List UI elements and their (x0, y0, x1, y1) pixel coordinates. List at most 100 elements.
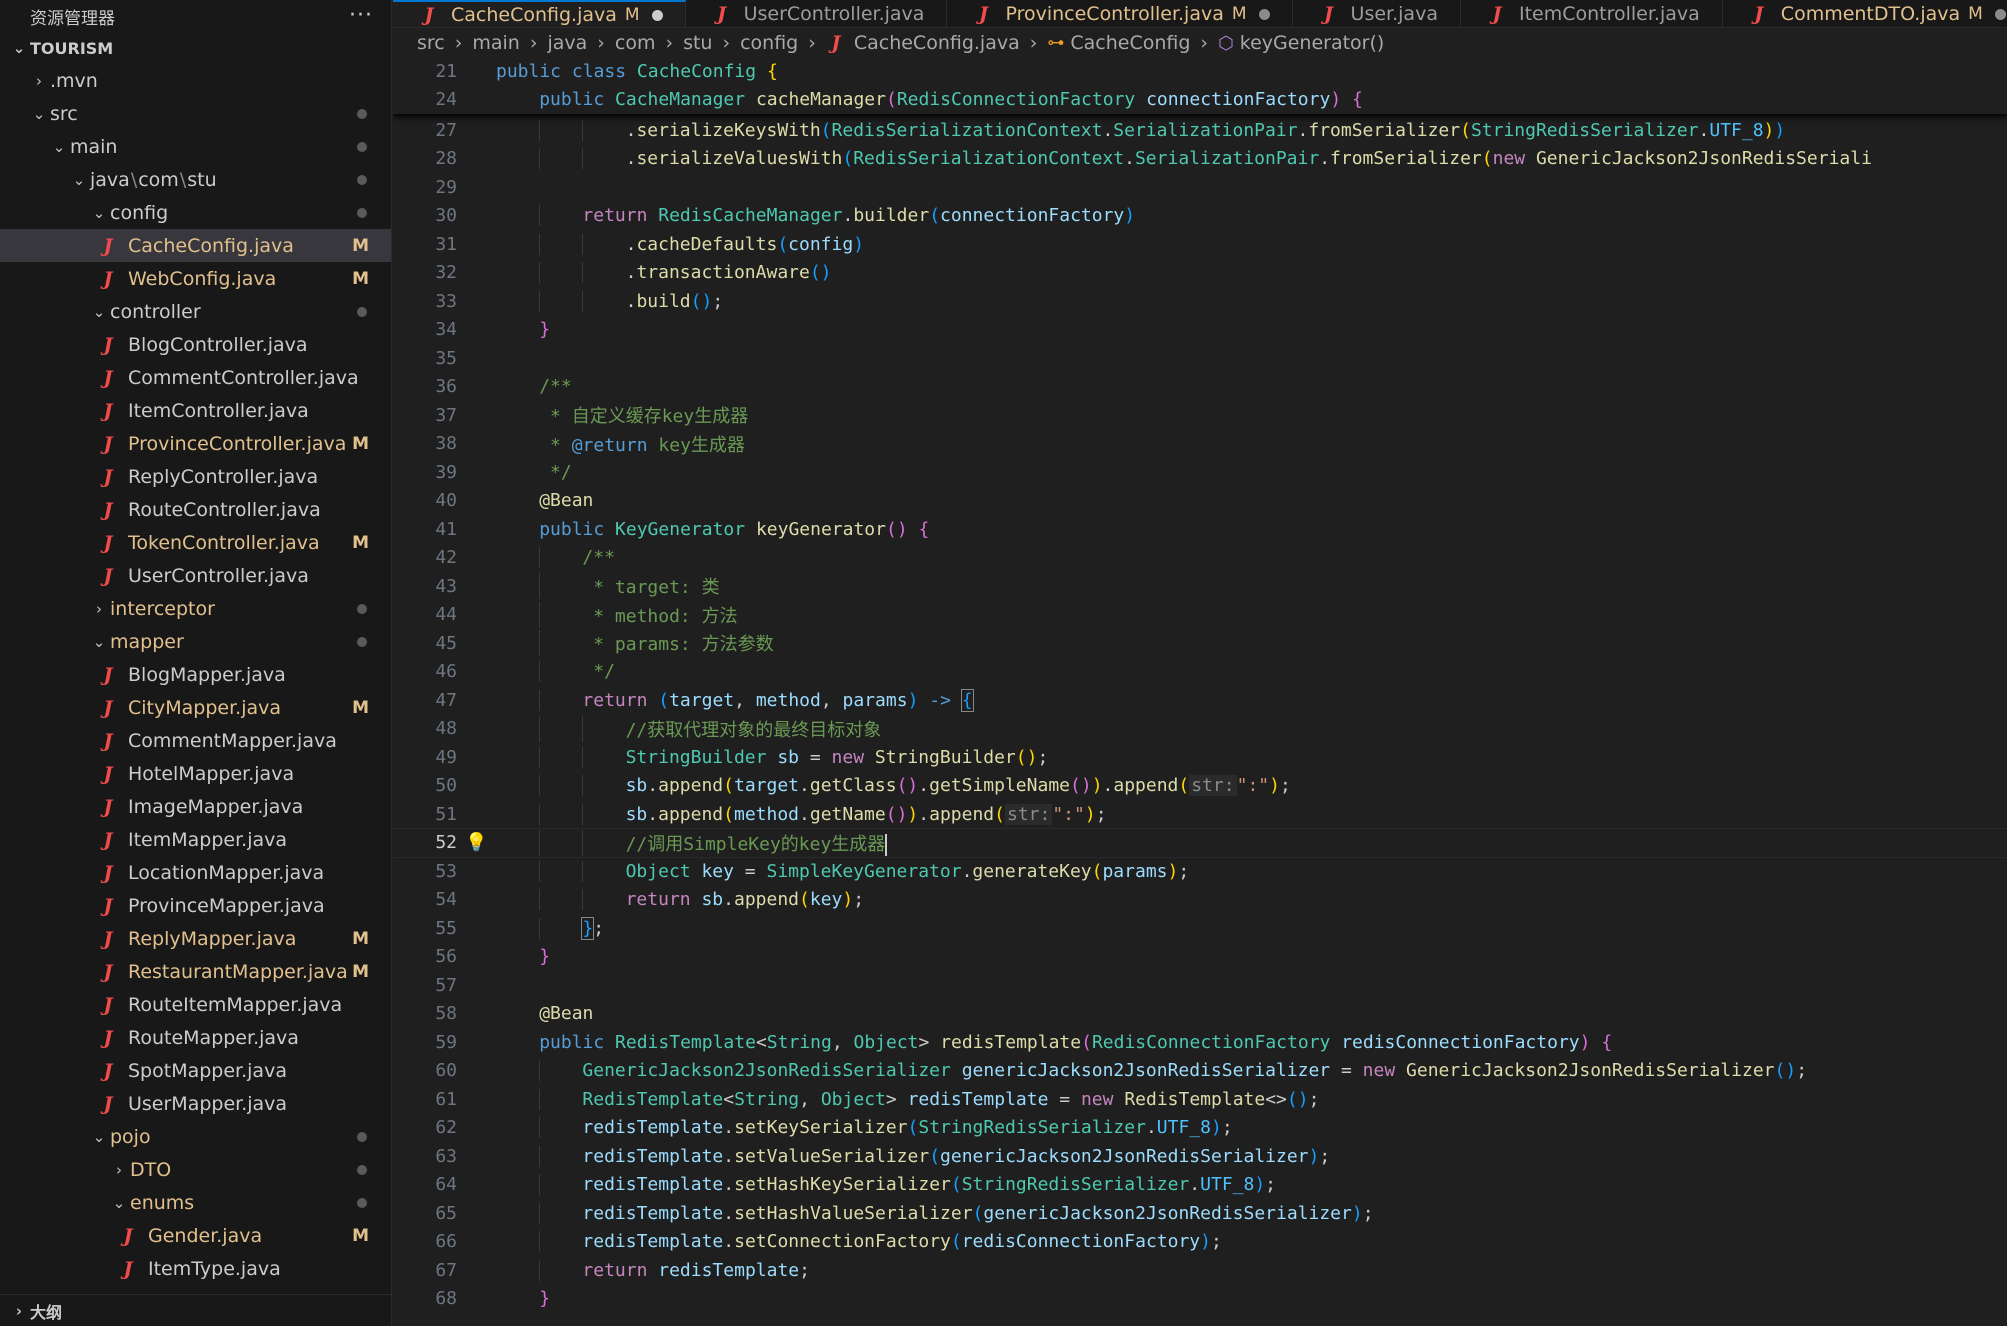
more-actions-icon[interactable]: ··· (349, 5, 373, 27)
code-line[interactable]: 33 .build(); (393, 287, 2007, 316)
breadcrumb-segment[interactable]: main (472, 32, 519, 54)
tree-file[interactable]: J CityMapper.java M (0, 691, 391, 724)
code-line[interactable]: 50 sb.append(target.getClass().getSimpleN… (393, 772, 2007, 801)
breadcrumb-segment[interactable]: java (547, 32, 587, 54)
breadcrumb-segment[interactable]: com (615, 32, 656, 54)
tree-file[interactable]: J SpotMapper.java (0, 1054, 391, 1087)
editor-tab[interactable]: J CacheConfig.java M (393, 0, 686, 27)
tree-folder[interactable]: › DTO (0, 1153, 391, 1186)
editor-tab[interactable]: J UserController.java (686, 0, 948, 27)
tree-file[interactable]: J ItemType.java (0, 1252, 391, 1285)
tree-file[interactable]: J HotelMapper.java (0, 757, 391, 790)
tree-folder[interactable]: ⌄ src (0, 97, 391, 130)
tree-file[interactable]: J ReplyMapper.java M (0, 922, 391, 955)
tree-folder[interactable]: › interceptor (0, 592, 391, 625)
code-line[interactable]: 24 public CacheManager cacheManager(Redis… (393, 86, 2007, 115)
code-line[interactable]: 58 @Bean (393, 1000, 2007, 1029)
code-line[interactable]: 48 //获取代理对象的最终目标对象 (393, 715, 2007, 744)
code-line[interactable]: 46 */ (393, 658, 2007, 687)
code-line[interactable]: 42 /** (393, 544, 2007, 573)
code-line[interactable]: 51 sb.append(method.getName()).append(str… (393, 800, 2007, 829)
editor-tab[interactable]: J ItemController.java (1461, 0, 1723, 27)
tree-folder[interactable]: ⌄ config (0, 196, 391, 229)
tree-file[interactable]: J CacheConfig.java M (0, 229, 391, 262)
tree-file[interactable]: J ReplyController.java (0, 460, 391, 493)
code-line[interactable]: 29 (393, 173, 2007, 202)
code-body[interactable]: 27 .serializeKeysWith(RedisSerializationC… (393, 116, 2007, 1313)
code-line[interactable]: 37 * 自定义缓存key生成器 (393, 401, 2007, 430)
tree-file[interactable]: J RouteController.java (0, 493, 391, 526)
tree-file[interactable]: J RouteMapper.java (0, 1021, 391, 1054)
code-line[interactable]: 60 GenericJackson2JsonRedisSerializer gen… (393, 1057, 2007, 1086)
code-line[interactable]: 21 public class CacheConfig { (393, 57, 2007, 86)
unsaved-dot-icon[interactable] (1258, 8, 1270, 20)
code-line[interactable]: 39 */ (393, 458, 2007, 487)
code-line[interactable]: 43 * target: 类 (393, 572, 2007, 601)
code-line[interactable]: 30 return RedisCacheManager.builder(conne… (393, 202, 2007, 231)
unsaved-dot-icon[interactable] (1994, 8, 2006, 20)
code-line[interactable]: 61 RedisTemplate<String, Object> redisTem… (393, 1085, 2007, 1114)
tree-file[interactable]: J ItemController.java (0, 394, 391, 427)
tree-file[interactable]: J RestaurantMapper.java M (0, 955, 391, 988)
tree-folder[interactable]: › .mvn (0, 64, 391, 97)
tree-folder[interactable]: ⌄ main (0, 130, 391, 163)
tree-file[interactable]: J ItemMapper.java (0, 823, 391, 856)
code-line[interactable]: 32 .transactionAware() (393, 259, 2007, 288)
tree-file[interactable]: J BlogMapper.java (0, 658, 391, 691)
code-line[interactable]: 56} (393, 943, 2007, 972)
outline-section-header[interactable]: › 大纲 (0, 1294, 391, 1326)
tree-file[interactable]: J UserMapper.java (0, 1087, 391, 1120)
code-line[interactable]: 40 @Bean (393, 487, 2007, 516)
code-line[interactable]: 65 redisTemplate.setHashValueSerializer(g… (393, 1199, 2007, 1228)
tree-file[interactable]: J ProvinceMapper.java (0, 889, 391, 922)
breadcrumb-class[interactable]: CacheConfig (1070, 32, 1190, 54)
unsaved-dot-icon[interactable] (651, 9, 663, 21)
editor-tab[interactable]: J ProvinceController.java M (947, 0, 1293, 27)
code-line[interactable]: 34} (393, 316, 2007, 345)
code-line[interactable]: 67 return redisTemplate; (393, 1256, 2007, 1285)
code-line[interactable]: 53 Object key = SimpleKeyGenerator.genera… (393, 857, 2007, 886)
tree-file[interactable]: J RouteItemMapper.java (0, 988, 391, 1021)
code-line[interactable]: 45 * params: 方法参数 (393, 629, 2007, 658)
code-line[interactable]: 44 * method: 方法 (393, 601, 2007, 630)
tree-file[interactable]: J BlogController.java (0, 328, 391, 361)
code-line[interactable]: 38 * @return key生成器 (393, 430, 2007, 459)
tree-folder[interactable]: ⌄ controller (0, 295, 391, 328)
code-line[interactable]: 31 .cacheDefaults(config) (393, 230, 2007, 259)
code-line[interactable]: 64 redisTemplate.setHashKeySerializer(Str… (393, 1171, 2007, 1200)
code-line[interactable]: 36 /** (393, 373, 2007, 402)
breadcrumb-segment[interactable]: src (417, 32, 445, 54)
code-editor[interactable]: 21 public class CacheConfig {24 public Cac… (393, 57, 2007, 1326)
tree-folder[interactable]: ⌄ enums (0, 1186, 391, 1219)
code-line[interactable]: 41 public KeyGenerator keyGenerator() { (393, 515, 2007, 544)
code-line[interactable]: 52 💡 //调用SimpleKey的key生成器 (393, 827, 2007, 858)
project-section-header[interactable]: ⌄ TOURISM (0, 32, 391, 64)
breadcrumb-file[interactable]: CacheConfig.java (854, 32, 1020, 54)
sticky-scroll-header[interactable]: 21 public class CacheConfig {24 public Cac… (393, 57, 2007, 114)
tree-file[interactable]: J UserController.java (0, 559, 391, 592)
code-line[interactable]: 66 redisTemplate.setConnectionFactory(red… (393, 1228, 2007, 1257)
tree-file[interactable]: J CommentMapper.java (0, 724, 391, 757)
tree-folder[interactable]: ⌄ pojo (0, 1120, 391, 1153)
editor-tab[interactable]: J User.java (1293, 0, 1461, 27)
code-line[interactable]: 63 redisTemplate.setValueSerializer(gener… (393, 1142, 2007, 1171)
tree-file[interactable]: J ProvinceController.java M (0, 427, 391, 460)
code-line[interactable]: 47 return (target, method, params) -> { (393, 686, 2007, 715)
tree-file[interactable]: J TokenController.java M (0, 526, 391, 559)
tree-file[interactable]: J CommentController.java (0, 361, 391, 394)
tree-file[interactable]: J Gender.java M (0, 1219, 391, 1252)
code-line[interactable]: 49 StringBuilder sb = new StringBuilder()… (393, 743, 2007, 772)
tree-file[interactable]: J WebConfig.java M (0, 262, 391, 295)
code-line[interactable]: 54 return sb.append(key); (393, 886, 2007, 915)
tree-file[interactable]: J LocationMapper.java (0, 856, 391, 889)
tree-folder[interactable]: ⌄ java\com\stu (0, 163, 391, 196)
code-line[interactable]: 57 (393, 971, 2007, 1000)
code-line[interactable]: 59 public RedisTemplate<String, Object> r… (393, 1028, 2007, 1057)
code-line[interactable]: 27 .serializeKeysWith(RedisSerializationC… (393, 116, 2007, 145)
breadcrumb-segment[interactable]: stu (683, 32, 712, 54)
code-line[interactable]: 28 .serializeValuesWith(RedisSerializatio… (393, 145, 2007, 174)
lightbulb-icon[interactable]: 💡 (465, 832, 487, 853)
code-line[interactable]: 62 redisTemplate.setKeySerializer(StringR… (393, 1114, 2007, 1143)
tree-folder[interactable]: ⌄ mapper (0, 625, 391, 658)
editor-tab[interactable]: J CommentDTO.java M (1723, 0, 2007, 27)
